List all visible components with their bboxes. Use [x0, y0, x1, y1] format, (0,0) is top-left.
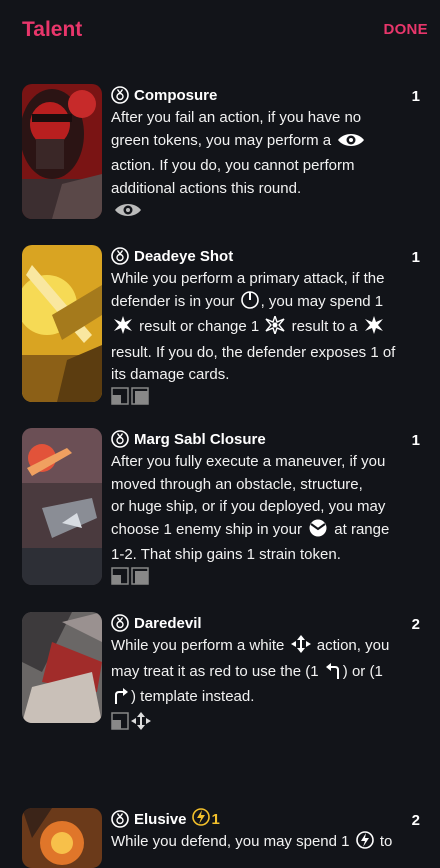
talent-medal-icon — [111, 430, 129, 448]
charge-icon — [191, 808, 210, 830]
done-button[interactable]: DONE — [383, 21, 428, 38]
header: Talent DONE — [0, 0, 440, 60]
talent-slot-icon — [131, 387, 149, 410]
talent-slot-icon — [111, 387, 129, 410]
card-name: Deadeye Shot — [134, 247, 234, 265]
charge-indicator: 1 — [191, 808, 220, 830]
front-arc-icon — [308, 519, 328, 545]
card-art — [22, 245, 102, 402]
eye-icon — [113, 202, 143, 223]
card-cost: 2 — [411, 812, 420, 829]
bullseye-arc-icon — [240, 290, 259, 317]
card-text: While you perform a white action, you ma… — [111, 635, 411, 712]
talent-slot-icon — [111, 712, 129, 735]
card-name: Elusive — [134, 810, 187, 828]
card-name: Marg Sabl Closure — [134, 430, 266, 448]
charge-icon — [355, 831, 374, 857]
bank-left-icon — [325, 662, 341, 687]
talent-card-deadeye-shot[interactable]: Deadeye Shot While you perform a primary… — [22, 245, 430, 405]
talent-card-daredevil[interactable]: Daredevil While you perform a white acti… — [22, 612, 430, 752]
boost-icon — [131, 712, 151, 735]
talent-card-elusive[interactable]: Elusive 1 While you defend, you may spen… — [22, 808, 430, 868]
card-name: Daredevil — [134, 614, 202, 632]
charge-count: 1 — [211, 810, 220, 828]
card-text: After you fail an action, if you have no… — [111, 107, 411, 200]
talent-card-marg-sabl-closure[interactable]: Marg Sabl Closure After you fully execut… — [22, 428, 430, 588]
card-art — [22, 428, 102, 585]
talent-slot-icon — [111, 567, 129, 590]
talent-card-composure[interactable]: Composure After you fail an action, if y… — [22, 84, 430, 224]
card-cost: 2 — [411, 616, 420, 633]
talent-medal-icon — [111, 86, 129, 104]
crit-icon — [265, 313, 285, 342]
card-art — [22, 808, 102, 868]
talent-medal-icon — [111, 614, 129, 632]
card-text: While you perform a primary attack, if t… — [111, 270, 396, 383]
card-text: While you defend, you may spend 1 to — [111, 831, 411, 857]
card-name: Composure — [134, 86, 218, 104]
crit-icon — [364, 316, 384, 342]
page-title: Talent — [22, 18, 83, 41]
card-text: After you fully execute a maneuver, if y… — [111, 453, 390, 563]
talent-medal-icon — [111, 810, 129, 828]
card-cost: 1 — [411, 432, 420, 449]
hit-icon — [113, 316, 133, 342]
boost-icon — [290, 635, 311, 661]
card-art — [22, 84, 102, 219]
talent-slot-icon — [131, 567, 149, 590]
bank-right-icon — [113, 688, 129, 712]
eye-icon — [337, 132, 365, 156]
talent-medal-icon — [111, 247, 129, 265]
card-cost: 1 — [411, 249, 420, 266]
card-cost: 1 — [411, 88, 420, 105]
card-art — [22, 612, 102, 723]
